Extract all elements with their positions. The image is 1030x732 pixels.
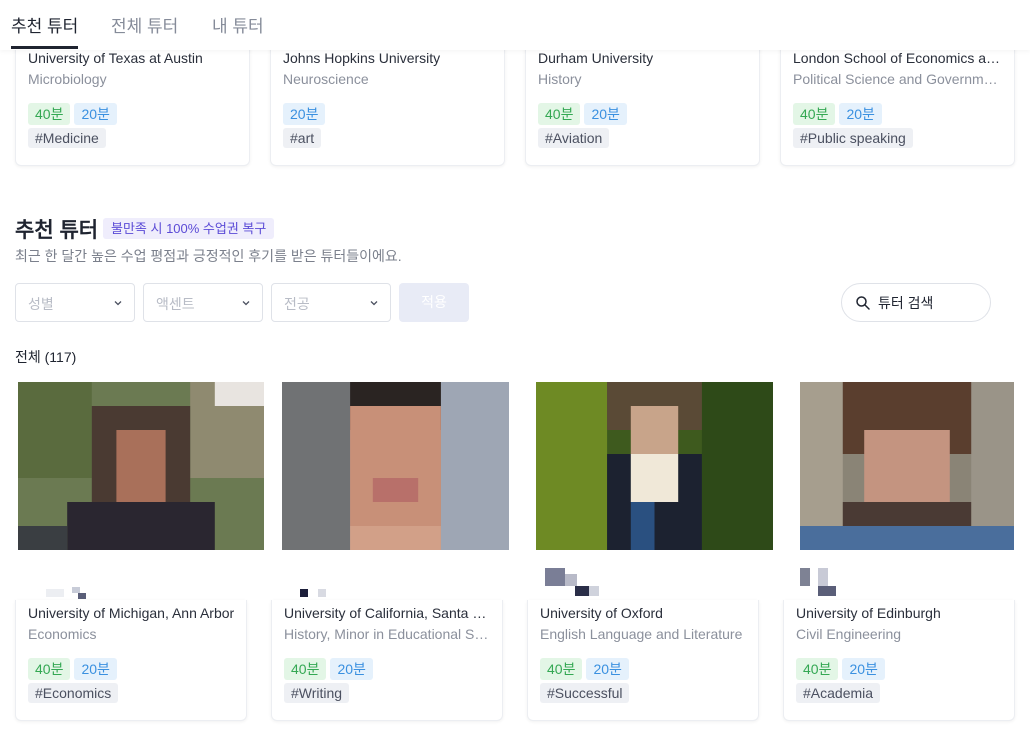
- duration-badge-20: 20분: [74, 103, 117, 125]
- promo-badge: 불만족 시 100% 수업권 복구: [103, 218, 275, 239]
- tutor-photo[interactable]: [18, 382, 264, 550]
- gender-filter-placeholder: 성별: [28, 296, 54, 312]
- accent-filter-placeholder: 액센트: [156, 296, 195, 312]
- tutor-name-placeholder: [545, 568, 600, 598]
- chevron-down-icon: [370, 301, 378, 306]
- tutor-photo[interactable]: [800, 382, 1014, 550]
- active-tab-indicator: [11, 46, 78, 49]
- search-icon: [856, 296, 870, 310]
- tutor-photo-image: [800, 382, 1014, 550]
- card-major: History: [538, 71, 582, 87]
- section-title: 추천 튜터: [15, 219, 99, 242]
- card-tag: #art: [283, 128, 322, 148]
- card-major: History, Minor in Educational Studies: [284, 626, 490, 642]
- tutor-card[interactable]: University of Michigan, Ann Arbor Econom…: [15, 600, 247, 721]
- duration-badge-40: 40분: [28, 658, 71, 680]
- duration-badges: 40분 20분: [793, 103, 882, 125]
- duration-badge-40: 40분: [796, 658, 839, 680]
- chevron-down-icon: [242, 301, 250, 306]
- chevron-down-icon: [114, 301, 122, 306]
- tutor-photo-image: [536, 382, 773, 550]
- tutor-photo-image: [18, 382, 264, 550]
- duration-badges: 40분 20분: [28, 658, 117, 680]
- tutor-card[interactable]: University of Edinburgh Civil Engineerin…: [783, 600, 1015, 721]
- tab-all-tutors[interactable]: 전체 튜터: [111, 12, 178, 37]
- card-major: Neuroscience: [283, 71, 369, 87]
- card-tag: #Economics: [28, 683, 119, 703]
- card-tag: #Public speaking: [793, 128, 913, 148]
- card-tag: #Medicine: [28, 128, 106, 148]
- top-nav: 추천 튜터 전체 튜터 내 튜터: [0, 0, 1030, 50]
- gender-filter[interactable]: 성별: [15, 283, 135, 322]
- card-major: Economics: [28, 626, 97, 642]
- duration-badge-20: 20분: [839, 103, 882, 125]
- tutor-photo-image: [282, 382, 509, 550]
- tutor-name-placeholder: [800, 568, 840, 598]
- duration-badge-20: 20분: [842, 658, 885, 680]
- tutor-card[interactable]: University of Texas at Austin Microbiolo…: [15, 44, 250, 166]
- card-university: University of Oxford: [540, 605, 663, 621]
- card-major: Civil Engineering: [796, 626, 902, 642]
- duration-badge-40: 40분: [538, 103, 581, 125]
- tab-my-tutors[interactable]: 내 튜터: [212, 12, 264, 37]
- major-filter[interactable]: 전공: [271, 283, 391, 322]
- tab-recommended[interactable]: 추천 튜터: [11, 12, 78, 37]
- card-tag: #Writing: [284, 683, 350, 703]
- card-university: University of California, Santa Barbara: [284, 605, 490, 621]
- duration-badges: 40분 20분: [538, 103, 627, 125]
- tutor-photo[interactable]: [282, 382, 509, 550]
- tutor-card[interactable]: London School of Economics and Political…: [780, 44, 1015, 166]
- card-tag: #Academia: [796, 683, 881, 703]
- major-filter-placeholder: 전공: [284, 296, 310, 312]
- duration-badge-20: 20분: [330, 658, 373, 680]
- card-major: Microbiology: [28, 71, 107, 87]
- tutor-name-placeholder: [46, 586, 91, 599]
- tutor-card[interactable]: Johns Hopkins University Neuroscience 20…: [270, 44, 505, 166]
- accent-filter[interactable]: 액센트: [143, 283, 263, 322]
- card-university: University of Michigan, Ann Arbor: [28, 605, 235, 621]
- duration-badge-20: 20분: [586, 658, 629, 680]
- duration-badges: 40분 20분: [28, 103, 117, 125]
- apply-button[interactable]: 적용: [399, 283, 469, 322]
- section-subtitle: 최근 한 달간 높은 수업 평점과 긍정적인 후기를 받은 튜터들이에요.: [15, 248, 402, 264]
- duration-badge-40: 40분: [28, 103, 71, 125]
- duration-badges: 40분 20분: [540, 658, 629, 680]
- search-input[interactable]: [878, 292, 978, 314]
- card-tag: #Aviation: [538, 128, 610, 148]
- tutor-count: 전체 (117): [15, 349, 77, 365]
- duration-badge-20: 20분: [74, 658, 117, 680]
- card-major: English Language and Literature: [540, 626, 743, 642]
- duration-badges: 40분 20분: [284, 658, 373, 680]
- card-university: Johns Hopkins University: [283, 50, 441, 66]
- tutor-card[interactable]: University of Oxford English Language an…: [527, 600, 759, 721]
- card-university: University of Edinburgh: [796, 605, 941, 621]
- tutor-name-placeholder: [300, 586, 330, 598]
- card-university: University of Texas at Austin: [28, 50, 203, 66]
- tutor-card[interactable]: Durham University History 40분 20분 #Aviat…: [525, 44, 760, 166]
- duration-badge-20: 20분: [283, 103, 326, 125]
- duration-badges: 20분: [283, 103, 326, 125]
- card-major: Political Science and Government: [793, 71, 1003, 87]
- card-tag: #Successful: [540, 683, 630, 703]
- tutor-search: [841, 283, 991, 322]
- duration-badge-40: 40분: [284, 658, 327, 680]
- duration-badge-40: 40분: [540, 658, 583, 680]
- card-university: Durham University: [538, 50, 654, 66]
- duration-badges: 40분 20분: [796, 658, 885, 680]
- duration-badge-40: 40분: [793, 103, 836, 125]
- tutor-photo[interactable]: [536, 382, 773, 550]
- card-university: London School of Economics and Political…: [793, 50, 1003, 66]
- duration-badge-20: 20분: [584, 103, 627, 125]
- tutor-card[interactable]: University of California, Santa Barbara …: [271, 600, 503, 721]
